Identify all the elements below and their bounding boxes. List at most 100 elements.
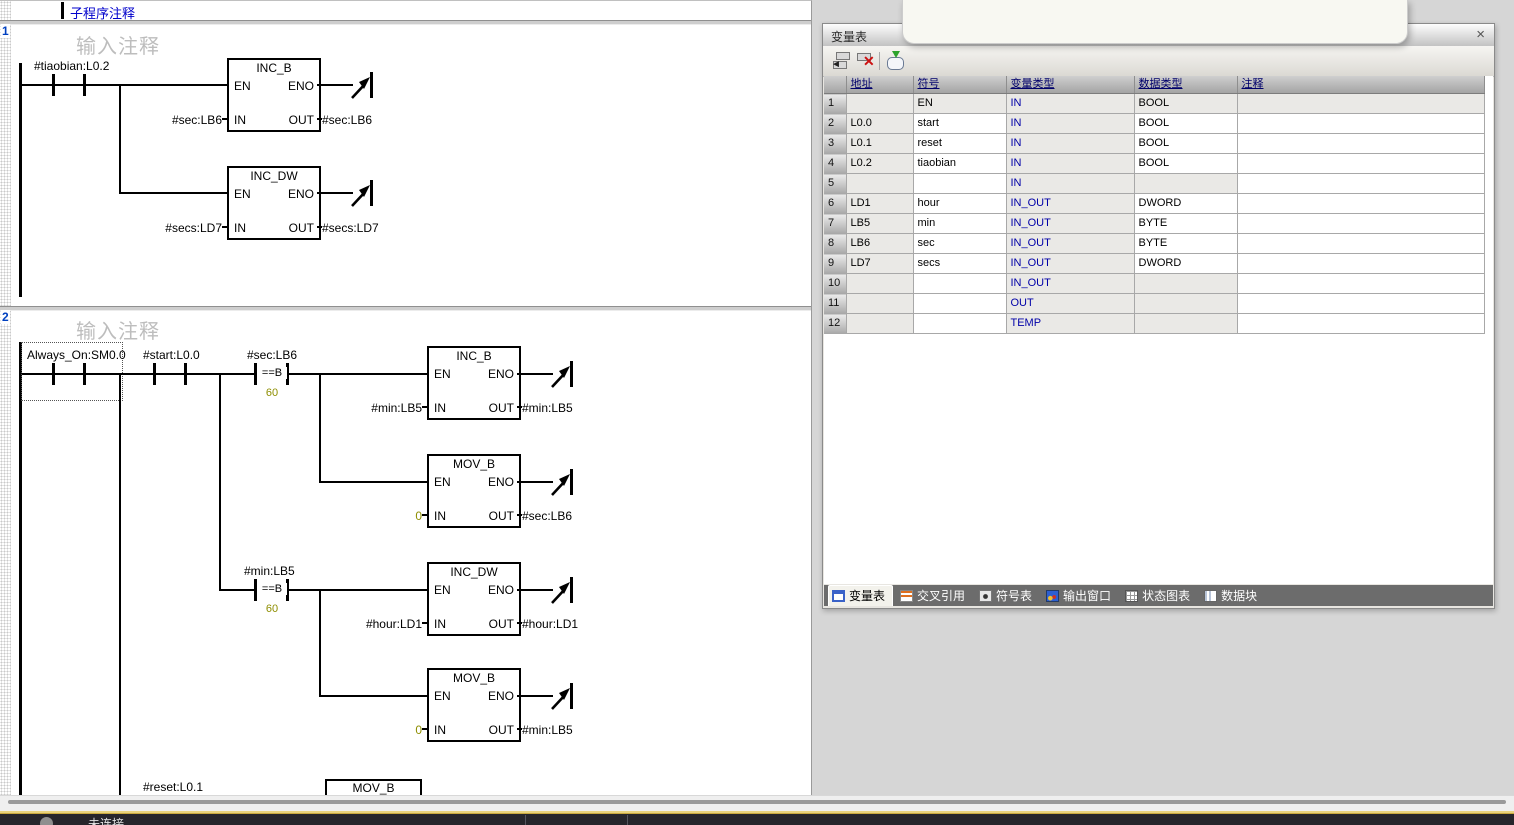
operand-in[interactable]: 0 [312,723,422,737]
symbol-cell[interactable] [913,274,1006,294]
operand-in[interactable]: #min:LB5 [312,401,422,415]
type-cell[interactable]: IN_OUT [1006,274,1134,294]
addr-cell[interactable]: LD1 [846,194,913,214]
comment-cell[interactable] [1237,274,1484,294]
row-number[interactable]: 2 [824,114,846,134]
dtype-cell[interactable]: BOOL [1134,114,1237,134]
comment-cell[interactable] [1237,254,1484,274]
network-1-comment[interactable]: 输入注释 [76,30,160,59]
function-block-mov-b[interactable]: MOV_B EN ENO IN OUT [427,668,521,742]
contact-symbol[interactable] [153,363,156,385]
close-icon[interactable]: × [1476,26,1485,43]
tab-output-window[interactable]: 输出窗口 [1043,586,1118,605]
contact-label[interactable]: #reset:L0.1 [143,780,203,794]
comment-cell[interactable] [1237,314,1484,334]
row-number[interactable]: 6 [824,194,846,214]
dtype-cell[interactable]: BYTE [1134,234,1237,254]
contact-symbol[interactable] [83,363,86,385]
row-number[interactable]: 8 [824,234,846,254]
symbol-cell[interactable]: EN [913,94,1006,114]
type-cell[interactable]: IN_OUT [1006,234,1134,254]
tab-status-chart[interactable]: 状态图表 [1122,586,1197,605]
sort-download-icon[interactable] [885,51,905,71]
contact-label[interactable]: Always_On:SM0.0 [27,348,126,362]
row-number[interactable]: 4 [824,154,846,174]
insert-row-icon[interactable]: ◄ [831,51,851,71]
comment-cell[interactable] [1237,134,1484,154]
contact-symbol[interactable] [83,74,86,96]
network-2-number[interactable]: 2 [1,310,10,324]
addr-cell[interactable]: LB5 [846,214,913,234]
operand-in[interactable]: #sec:LB6 [112,113,222,127]
delete-row-icon[interactable]: ✕ [855,51,875,71]
tab-symbol-table[interactable]: 符号表 [976,586,1039,605]
addr-cell[interactable]: L0.2 [846,154,913,174]
type-cell[interactable]: OUT [1006,294,1134,314]
contact-label[interactable]: #start:L0.0 [143,348,200,362]
operand-out[interactable]: #secs:LD7 [322,221,379,235]
row-number[interactable]: 7 [824,214,846,234]
row-number[interactable]: 12 [824,314,846,334]
compare-constant[interactable]: 60 [257,387,287,399]
operand-in[interactable]: 0 [312,509,422,523]
operand-out[interactable]: #min:LB5 [522,723,573,737]
comment-cell[interactable] [1237,174,1484,194]
operand-out[interactable]: #hour:LD1 [522,617,578,631]
network-2-comment[interactable]: 输入注释 [76,315,160,344]
dtype-cell[interactable] [1134,314,1237,334]
comment-cell[interactable] [1237,294,1484,314]
addr-cell[interactable]: L0.0 [846,114,913,134]
type-cell[interactable]: IN_OUT [1006,214,1134,234]
compare-contact-label[interactable]: #sec:LB6 [247,348,297,362]
comment-cell[interactable] [1237,214,1484,234]
comment-cell[interactable] [1237,234,1484,254]
comment-cell[interactable] [1237,154,1484,174]
dtype-cell[interactable]: DWORD [1134,254,1237,274]
type-cell[interactable]: IN [1006,174,1134,194]
type-cell[interactable]: IN [1006,154,1134,174]
dtype-cell[interactable]: DWORD [1134,194,1237,214]
dtype-cell[interactable]: BOOL [1134,94,1237,114]
function-block-mov-b-partial[interactable]: MOV_B [325,779,422,796]
symbol-cell[interactable]: secs [913,254,1006,274]
type-cell[interactable]: IN [1006,134,1134,154]
addr-cell[interactable]: L0.1 [846,134,913,154]
function-block-inc-b[interactable]: INC_B EN ENO IN OUT [227,58,321,132]
dtype-cell[interactable] [1134,174,1237,194]
addr-cell[interactable] [846,294,913,314]
comment-cell[interactable] [1237,114,1484,134]
addr-cell[interactable] [846,314,913,334]
function-block-mov-b[interactable]: MOV_B EN ENO IN OUT [427,454,521,528]
operand-out[interactable]: #sec:LB6 [322,113,372,127]
row-number[interactable]: 5 [824,174,846,194]
function-block-inc-b[interactable]: INC_B EN ENO IN OUT [427,346,521,420]
function-block-inc-dw[interactable]: INC_DW EN ENO IN OUT [227,166,321,240]
contact-symbol[interactable] [184,363,187,385]
symbol-cell[interactable]: start [913,114,1006,134]
addr-cell[interactable] [846,94,913,114]
compare-constant[interactable]: 60 [257,603,287,615]
compare-operator[interactable]: ==B [257,583,287,595]
addr-cell[interactable] [846,174,913,194]
symbol-cell[interactable]: reset [913,134,1006,154]
symbol-cell[interactable]: sec [913,234,1006,254]
contact-symbol[interactable] [52,74,55,96]
operand-in[interactable]: #hour:LD1 [312,617,422,631]
network-1-number[interactable]: 1 [1,24,10,38]
comment-cell[interactable] [1237,194,1484,214]
dtype-cell[interactable]: BOOL [1134,154,1237,174]
type-cell[interactable]: TEMP [1006,314,1134,334]
contact-label[interactable]: #tiaobian:L0.2 [34,59,109,73]
addr-cell[interactable]: LD7 [846,254,913,274]
row-number[interactable]: 3 [824,134,846,154]
row-number[interactable]: 1 [824,94,846,114]
operand-in[interactable]: #secs:LD7 [112,221,222,235]
addr-cell[interactable]: LB6 [846,234,913,254]
symbol-cell[interactable]: tiaobian [913,154,1006,174]
dtype-cell[interactable] [1134,294,1237,314]
type-cell[interactable]: IN [1006,114,1134,134]
contact-symbol[interactable] [52,363,55,385]
row-number[interactable]: 9 [824,254,846,274]
tab-data-block[interactable]: 数据块 [1201,586,1264,605]
compare-contact-label[interactable]: #min:LB5 [244,564,295,578]
